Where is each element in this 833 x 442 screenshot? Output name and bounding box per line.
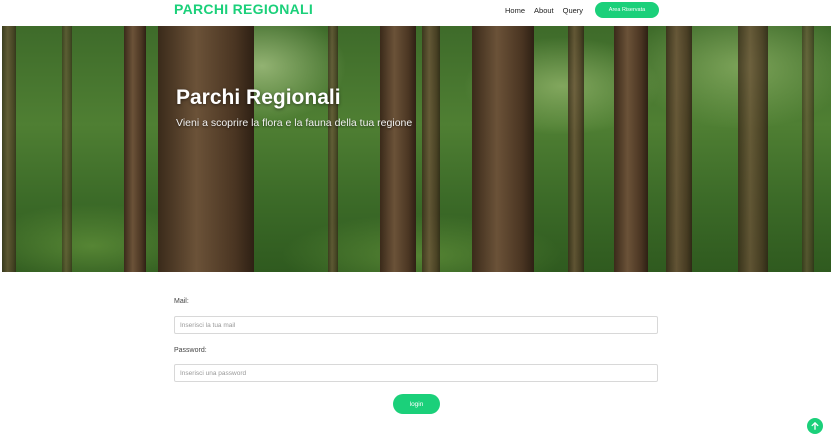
arrow-up-icon <box>811 422 819 430</box>
mail-input[interactable] <box>174 316 658 334</box>
password-input[interactable] <box>174 364 658 382</box>
reserved-area-button[interactable]: Area Riservata <box>595 2 659 18</box>
tree-trunk <box>422 26 440 272</box>
hero-subtitle: Vieni a scoprire la flora e la fauna del… <box>176 117 413 129</box>
tree-trunk <box>738 26 768 272</box>
scroll-top-button[interactable] <box>807 418 823 434</box>
tree-trunk <box>472 26 534 272</box>
tree-trunk <box>614 26 648 272</box>
tree-trunk <box>328 26 338 272</box>
tree-trunk <box>380 26 416 272</box>
nav-about[interactable]: About <box>534 6 554 15</box>
mail-label: Mail: <box>174 298 189 305</box>
site-logo[interactable]: PARCHI REGIONALI <box>174 1 313 17</box>
site-header: PARCHI REGIONALI Home About Query Area R… <box>0 0 833 26</box>
password-label: Password: <box>174 347 207 354</box>
main-nav: Home About Query <box>505 6 592 15</box>
tree-trunk <box>666 26 692 272</box>
tree-trunk <box>2 26 16 272</box>
tree-trunk <box>62 26 72 272</box>
tree-trunk <box>124 26 146 272</box>
tree-trunk <box>568 26 584 272</box>
tree-trunk <box>802 26 814 272</box>
tree-trunk <box>158 26 254 272</box>
nav-home[interactable]: Home <box>505 6 525 15</box>
login-button[interactable]: login <box>393 394 440 414</box>
hero-title: Parchi Regionali <box>176 86 341 109</box>
hero-banner: Parchi Regionali Vieni a scoprire la flo… <box>2 26 831 272</box>
nav-query[interactable]: Query <box>563 6 583 15</box>
